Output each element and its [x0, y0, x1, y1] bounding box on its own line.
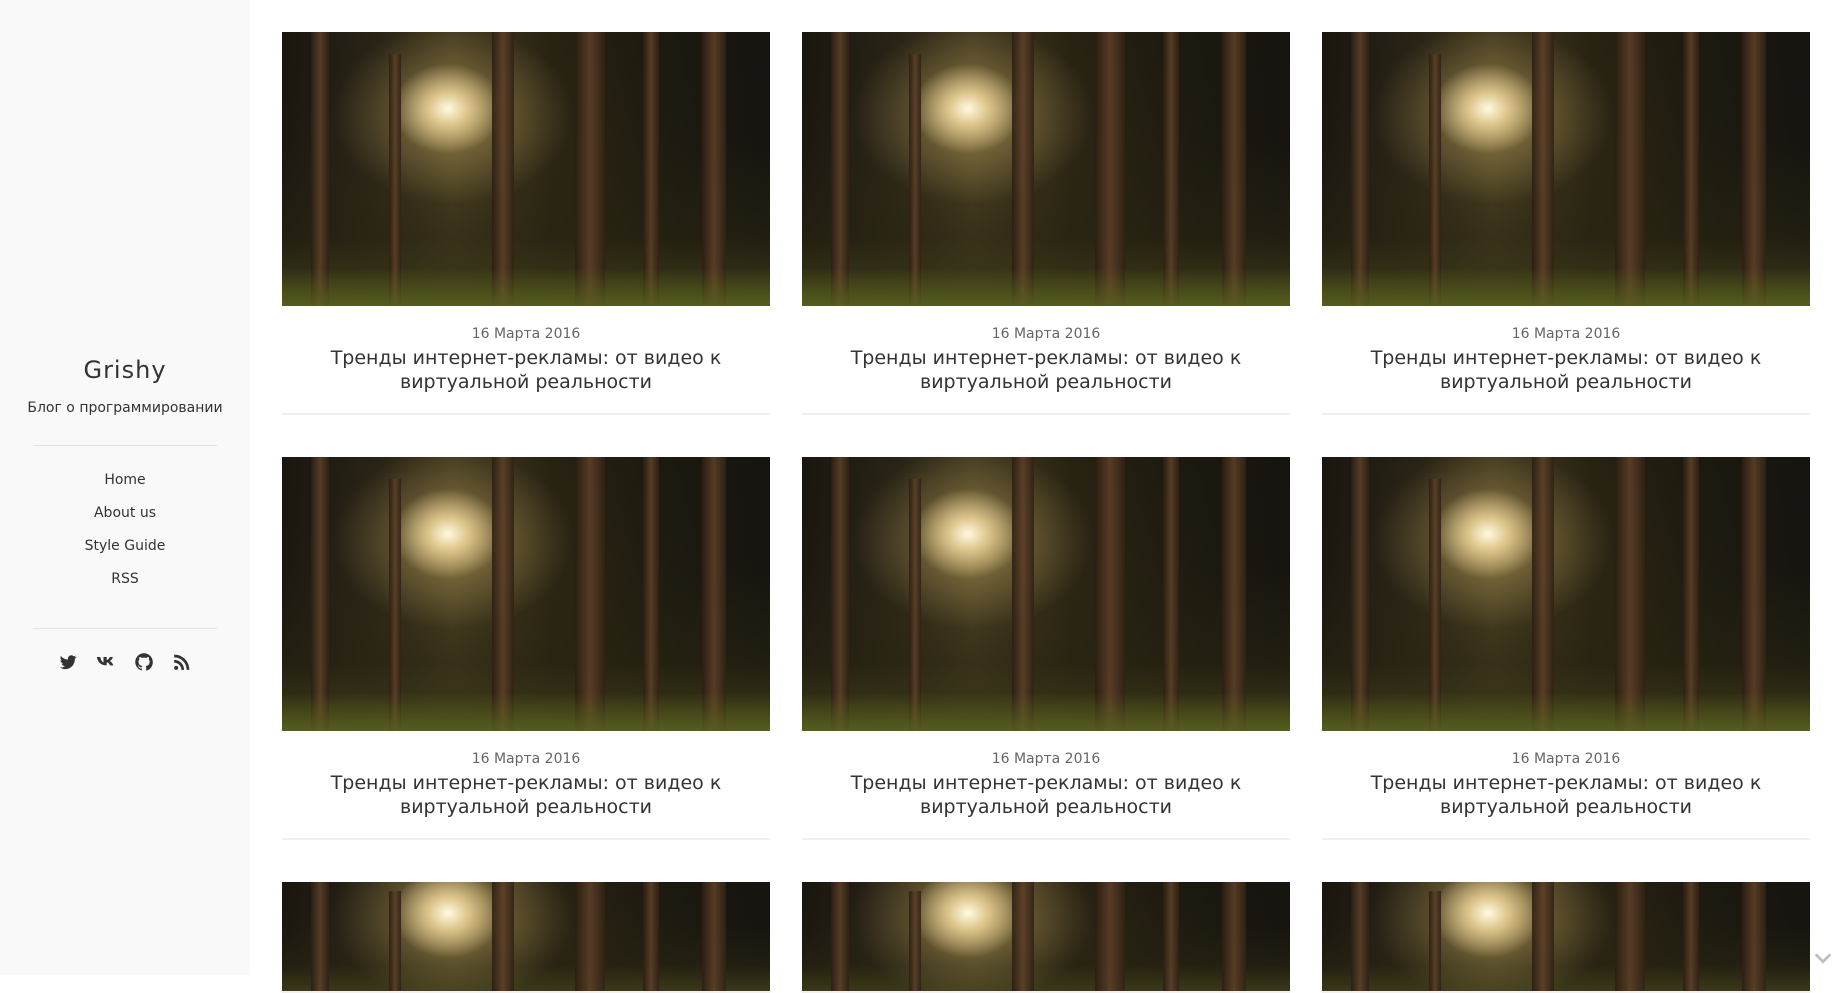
post-card[interactable] — [1322, 882, 1810, 993]
post-card[interactable]: 16 Марта 2016 Тренды интернет-рекламы: о… — [802, 32, 1290, 415]
post-card[interactable]: 16 Марта 2016 Тренды интернет-рекламы: о… — [1322, 32, 1810, 415]
github-icon[interactable] — [132, 650, 156, 674]
post-date: 16 Марта 2016 — [802, 326, 1290, 342]
nav-item-style-guide[interactable]: Style Guide — [0, 538, 250, 571]
post-thumbnail[interactable] — [802, 882, 1290, 993]
vk-icon[interactable] — [94, 650, 118, 674]
post-thumbnail[interactable] — [802, 457, 1290, 731]
post-title[interactable]: Тренды интернет-рекламы: от видео к вирт… — [810, 346, 1282, 394]
site-tagline: Блог о программировании — [0, 400, 250, 416]
nav-item-about[interactable]: About us — [0, 505, 250, 538]
post-card[interactable]: 16 Марта 2016 Тренды интернет-рекламы: о… — [1322, 457, 1810, 840]
post-thumbnail[interactable] — [1322, 457, 1810, 731]
post-card[interactable] — [282, 882, 770, 993]
post-thumbnail[interactable] — [1322, 32, 1810, 306]
nav-item-rss[interactable]: RSS — [0, 571, 250, 604]
post-title[interactable]: Тренды интернет-рекламы: от видео к вирт… — [1330, 346, 1802, 394]
post-title[interactable]: Тренды интернет-рекламы: от видео к вирт… — [290, 346, 762, 394]
post-date: 16 Марта 2016 — [1322, 751, 1810, 767]
post-date: 16 Марта 2016 — [1322, 326, 1810, 342]
main-nav: Home About us Style Guide RSS — [0, 472, 250, 604]
divider — [33, 445, 217, 446]
sidebar: Grishy Блог о программировании Home Abou… — [0, 0, 250, 975]
post-date: 16 Марта 2016 — [282, 751, 770, 767]
site-title[interactable]: Grishy — [0, 356, 250, 384]
scroll-indicator-icon[interactable] — [1812, 947, 1834, 969]
post-date: 16 Марта 2016 — [282, 326, 770, 342]
post-title[interactable]: Тренды интернет-рекламы: от видео к вирт… — [290, 771, 762, 819]
post-title[interactable]: Тренды интернет-рекламы: от видео к вирт… — [1330, 771, 1802, 819]
nav-item-home[interactable]: Home — [0, 472, 250, 505]
post-date: 16 Марта 2016 — [802, 751, 1290, 767]
post-thumbnail[interactable] — [1322, 882, 1810, 993]
social-links — [0, 650, 250, 674]
post-thumbnail[interactable] — [802, 32, 1290, 306]
post-card[interactable]: 16 Марта 2016 Тренды интернет-рекламы: о… — [282, 32, 770, 415]
post-thumbnail[interactable] — [282, 457, 770, 731]
twitter-icon[interactable] — [56, 650, 80, 674]
post-card[interactable] — [802, 882, 1290, 993]
rss-icon[interactable] — [170, 650, 194, 674]
post-card[interactable]: 16 Марта 2016 Тренды интернет-рекламы: о… — [802, 457, 1290, 840]
divider — [33, 628, 217, 629]
post-title[interactable]: Тренды интернет-рекламы: от видео к вирт… — [810, 771, 1282, 819]
post-thumbnail[interactable] — [282, 32, 770, 306]
post-thumbnail[interactable] — [282, 882, 770, 993]
post-card[interactable]: 16 Марта 2016 Тренды интернет-рекламы: о… — [282, 457, 770, 840]
